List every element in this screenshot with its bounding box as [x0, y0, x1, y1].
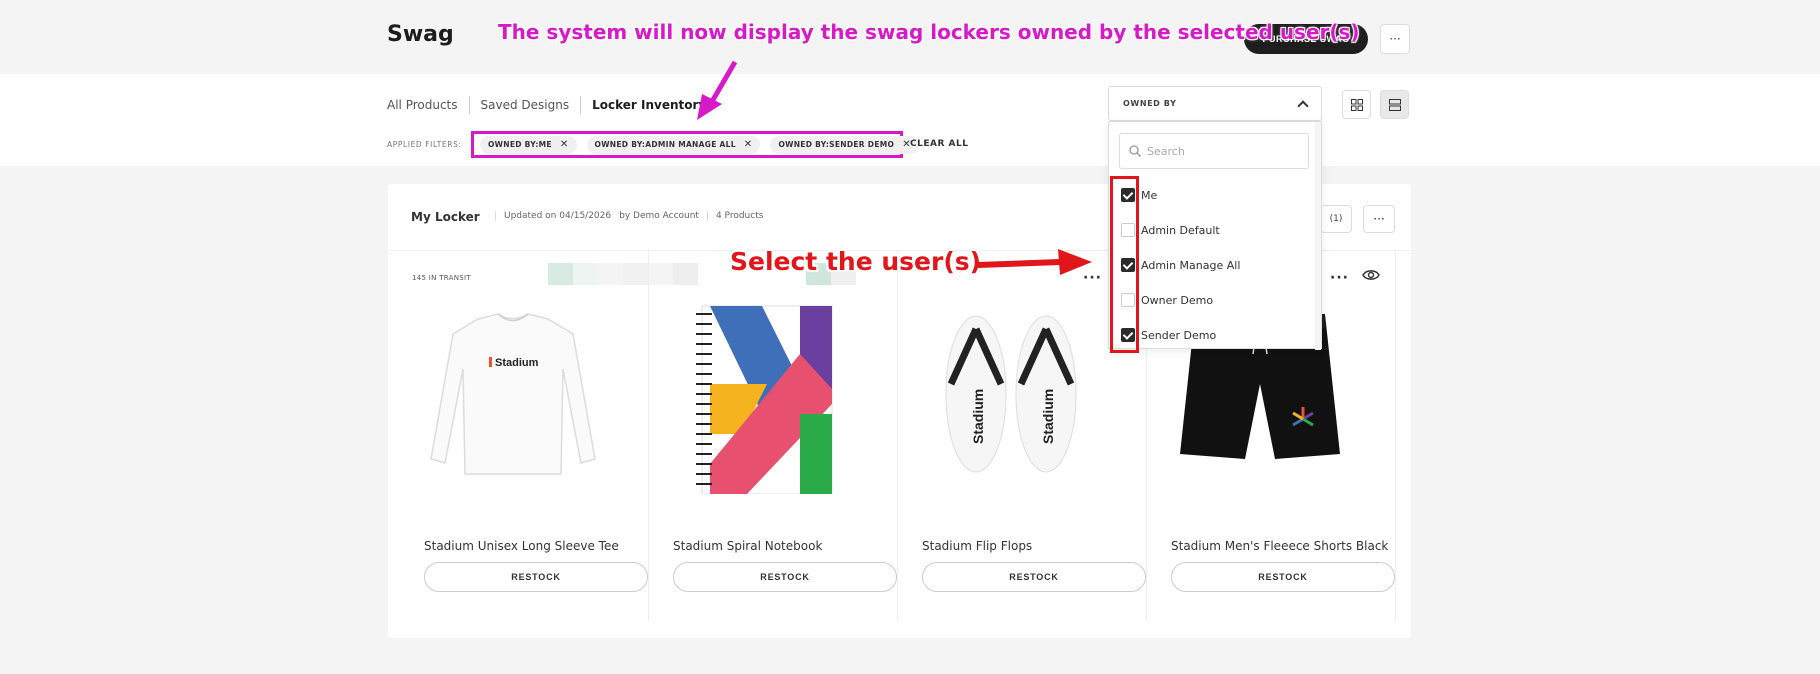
annotation-top: The system will now display the swag loc… [498, 20, 1360, 44]
search-icon [1129, 145, 1141, 157]
card-more-button[interactable]: ··· [1330, 270, 1349, 286]
tab-bar: All Products Saved Designs Locker Invent… [387, 96, 717, 114]
restock-button[interactable]: RESTOCK [1171, 562, 1395, 592]
filter-chip-label: OWNED BY:ADMIN MANAGE ALL [594, 140, 736, 149]
grid-view-button[interactable] [1342, 90, 1371, 119]
list-icon [1388, 98, 1401, 111]
tab-saved-designs[interactable]: Saved Designs [470, 96, 582, 114]
locker-more-button[interactable]: ··· [1363, 205, 1395, 233]
grid-icon [1350, 98, 1363, 111]
locker-owner: by Demo Account [619, 211, 699, 221]
tab-all-products[interactable]: All Products [387, 96, 470, 114]
applied-filters-highlight: OWNED BY:ME ✕ OWNED BY:ADMIN MANAGE ALL … [471, 131, 919, 158]
spiral-notebook-image [695, 305, 832, 494]
card-more-button[interactable]: ··· [1083, 270, 1102, 286]
filter-chip-label: OWNED BY:ME [488, 140, 552, 149]
page-title: Swag [387, 22, 454, 47]
locker-product-count: 4 Products [706, 211, 763, 221]
column-divider [1395, 251, 1396, 621]
long-sleeve-tee-image: Stadium [429, 313, 596, 475]
applied-filters-label: APPLIED FILTERS: [387, 140, 462, 149]
owned-by-select[interactable]: OWNED BY [1108, 86, 1322, 121]
search-input[interactable]: Search [1119, 133, 1309, 169]
restock-button[interactable]: RESTOCK [424, 562, 648, 592]
chevron-up-icon [1297, 99, 1309, 112]
locker-name: My Locker [411, 210, 480, 224]
filter-chip-label: OWNED BY:SENDER DEMO [778, 140, 895, 149]
owner-option-label: Owner Demo [1141, 293, 1214, 307]
close-icon[interactable]: ✕ [560, 139, 569, 150]
product-name: Stadium Flip Flops [922, 539, 1033, 553]
owned-by-label: OWNED BY [1123, 99, 1177, 108]
blurred-banner [548, 263, 698, 285]
flip-flops-image-graphic: Stadium Stadium [945, 315, 1076, 473]
product-name: Stadium Men's Fleeece Shorts Black [1171, 539, 1389, 553]
product-name: Stadium Unisex Long Sleeve Tee [424, 539, 619, 553]
filter-chip-sender-demo[interactable]: OWNED BY:SENDER DEMO ✕ [770, 135, 919, 154]
list-view-button[interactable] [1380, 90, 1409, 119]
eye-icon[interactable] [1362, 268, 1380, 282]
clear-all-button[interactable]: CLEAR ALL [910, 139, 968, 149]
owner-option-label: Admin Default [1141, 223, 1220, 237]
header-more-button[interactable]: ··· [1380, 24, 1410, 54]
search-placeholder: Search [1147, 144, 1185, 158]
product-name: Stadium Spiral Notebook [673, 539, 823, 553]
toolbar: All Products Saved Designs Locker Invent… [0, 74, 1820, 166]
flip-flops-image: Stadium Stadium [898, 299, 1123, 489]
svg-text:Stadium: Stadium [1040, 389, 1056, 444]
locker-meta: Updated on 04/15/2026 by Demo Account 4 … [495, 211, 763, 221]
notebook-image [649, 299, 874, 494]
owner-option-label: Me [1141, 188, 1158, 202]
filter-chip-me[interactable]: OWNED BY:ME ✕ [480, 135, 577, 154]
locker-count-button[interactable]: (1) [1320, 205, 1352, 233]
restock-button[interactable]: RESTOCK [673, 562, 897, 592]
owned-by-dropdown: Search Me Admin Default Admin Manage All… [1108, 121, 1322, 350]
tab-locker-inventory[interactable]: Locker Inventory [581, 96, 717, 114]
close-icon[interactable]: ✕ [744, 139, 753, 150]
owner-option-label: Sender Demo [1141, 328, 1217, 342]
transit-label: 145 IN TRANSIT [412, 274, 471, 282]
locker-updated: Updated on 04/15/2026 [495, 211, 611, 221]
restock-button[interactable]: RESTOCK [922, 562, 1146, 592]
scrollbar[interactable] [1315, 122, 1321, 350]
svg-text:Stadium: Stadium [495, 357, 539, 369]
annotation-select: Select the user(s) [730, 247, 982, 276]
filter-chip-admin-manage-all[interactable]: OWNED BY:ADMIN MANAGE ALL ✕ [586, 135, 761, 154]
owner-option-label: Admin Manage All [1141, 258, 1241, 272]
svg-text:Stadium: Stadium [970, 389, 986, 444]
checkbox-highlight [1110, 176, 1139, 353]
tee-image: Stadium [400, 299, 625, 489]
